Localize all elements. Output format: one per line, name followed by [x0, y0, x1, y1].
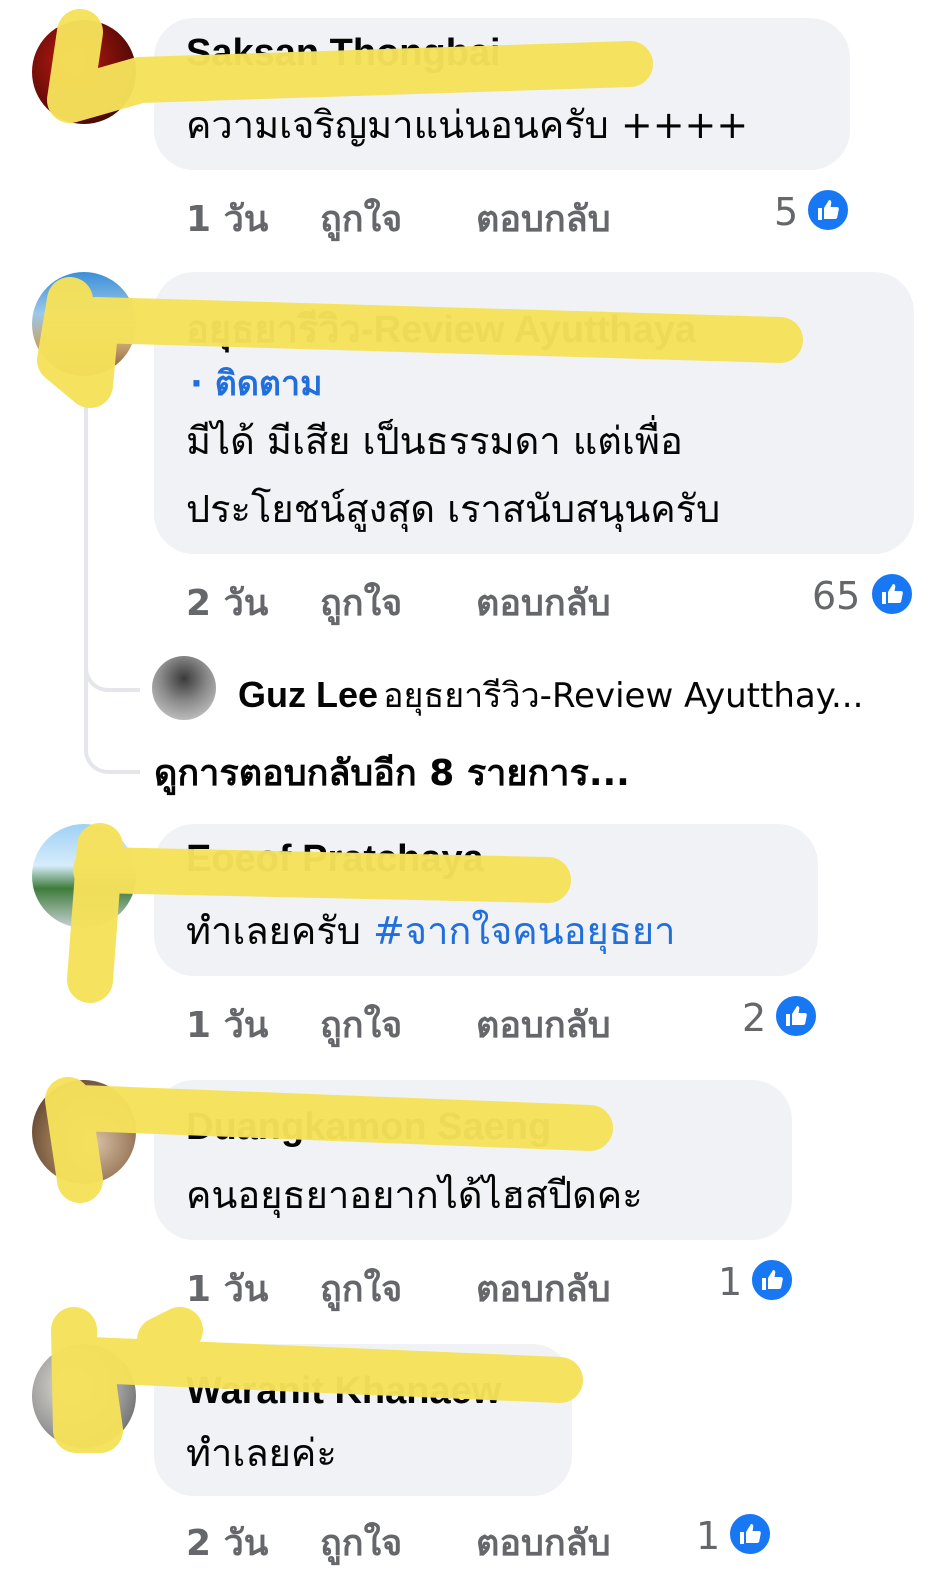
comment-text: ความเจริญมาแน่นอนครับ ++++ [186, 103, 749, 147]
reaction-count[interactable]: 2 [742, 996, 766, 1040]
thumbs-up-icon[interactable] [870, 572, 914, 616]
view-more-replies-link[interactable]: ดูการตอบกลับอีก 8 รายการ... [154, 744, 630, 801]
thumbs-up-icon[interactable] [806, 188, 850, 232]
comment-author[interactable]: Eoeof Pratchaya [186, 838, 484, 881]
avatar[interactable] [32, 272, 136, 376]
reaction-count[interactable]: 1 [696, 1514, 720, 1558]
reply-author[interactable]: Guz Lee [238, 674, 378, 715]
like-button[interactable]: ถูกใจ [320, 1260, 402, 1317]
comment-bubble: อยุธยารีวิว-Review Ayutthaya · ติดตาม มี… [154, 272, 914, 554]
comment-actions: 1 วัน ถูกใจ ตอบกลับ 2 [186, 996, 826, 1052]
reply-snippet: อยุธยารีวิว-Review Ayutthay... [383, 676, 864, 716]
comment-author[interactable]: อยุธยารีวิว-Review Ayutthaya [186, 298, 696, 359]
comment-actions: 2 วัน ถูกใจ ตอบกลับ 1 [186, 1514, 806, 1570]
comment-time[interactable]: 1 วัน [186, 190, 268, 247]
reaction-count[interactable]: 65 [812, 574, 860, 618]
comment-bubble: Eoeof Pratchaya ทำเลยครับ #จากใจคนอยุธยา [154, 824, 818, 976]
comment-author[interactable]: Saksan Thongbai [186, 32, 501, 75]
thumbs-up-icon[interactable] [728, 1512, 772, 1556]
thumbs-up-icon[interactable] [750, 1258, 794, 1302]
like-button[interactable]: ถูกใจ [320, 996, 402, 1053]
like-button[interactable]: ถูกใจ [320, 1514, 402, 1571]
hashtag-link[interactable]: #จากใจคนอยุธยา [373, 909, 676, 953]
comment-text: ทำเลยค่ะ [186, 1431, 337, 1475]
comment-text: ทำเลยครับ #จากใจคนอยุธยา [186, 900, 676, 962]
comment-bubble: Saksan Thongbai ความเจริญมาแน่นอนครับ ++… [154, 18, 850, 170]
comment-time[interactable]: 1 วัน [186, 1260, 268, 1317]
reply-button[interactable]: ตอบกลับ [476, 1514, 611, 1571]
comment-author[interactable]: Duangkamon Saeng [186, 1106, 551, 1149]
reaction-count[interactable]: 5 [774, 190, 798, 234]
like-button[interactable]: ถูกใจ [320, 190, 402, 247]
comment-text-plain: ทำเลยครับ [186, 909, 373, 953]
like-button[interactable]: ถูกใจ [320, 574, 402, 631]
reply-avatar[interactable] [152, 656, 216, 720]
follow-link[interactable]: · ติดตาม [190, 356, 323, 410]
comment-actions: 2 วัน ถูกใจ ตอบกลับ 65 [186, 574, 926, 630]
avatar[interactable] [32, 1080, 136, 1184]
avatar[interactable] [32, 824, 136, 928]
reply-button[interactable]: ตอบกลับ [476, 574, 611, 631]
comment-bubble: Waranit Khanaew ทำเลยค่ะ [154, 1344, 572, 1496]
thread-connector [84, 380, 140, 774]
reaction-count[interactable]: 1 [718, 1260, 742, 1304]
comment-actions: 1 วัน ถูกใจ ตอบกลับ 5 [186, 190, 866, 246]
reply-button[interactable]: ตอบกลับ [476, 1260, 611, 1317]
comment-actions: 1 วัน ถูกใจ ตอบกลับ 1 [186, 1260, 806, 1316]
reply-button[interactable]: ตอบกลับ [476, 190, 611, 247]
reply-preview[interactable]: Guz Lee อยุธยารีวิว-Review Ayutthay... [238, 668, 863, 722]
thumbs-up-icon[interactable] [774, 994, 818, 1038]
comment-text: ประโยชน์สูงสุด เราสนับสนุนครับ [186, 487, 721, 531]
comment-text: มีได้ มีเสีย เป็นธรรมดา แต่เพื่อ [186, 419, 683, 463]
comment-bubble: Duangkamon Saeng คนอยุธยาอยากได้ไฮสปีดคะ [154, 1080, 792, 1240]
reply-button[interactable]: ตอบกลับ [476, 996, 611, 1053]
comment-author[interactable]: Waranit Khanaew [186, 1370, 501, 1413]
comment-text: คนอยุธยาอยากได้ไฮสปีดคะ [186, 1173, 643, 1217]
comment-time[interactable]: 2 วัน [186, 574, 268, 631]
comment-time[interactable]: 2 วัน [186, 1514, 268, 1571]
avatar[interactable] [32, 20, 136, 124]
avatar[interactable] [32, 1344, 136, 1448]
comment-time[interactable]: 1 วัน [186, 996, 268, 1053]
